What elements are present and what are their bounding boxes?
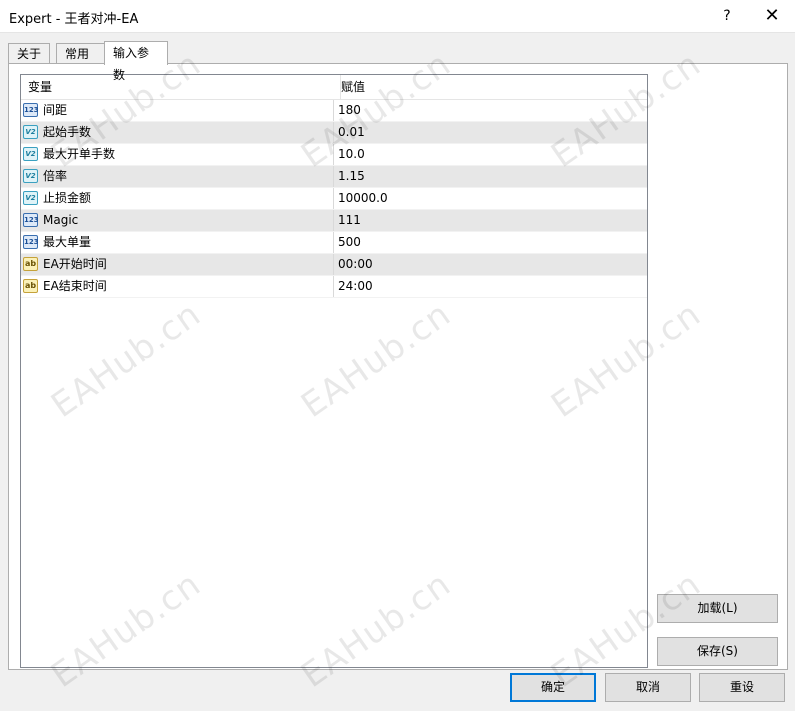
parameter-name-cell: V2 止损金额	[21, 188, 334, 209]
parameter-name-cell: V2 倍率	[21, 166, 334, 187]
ok-button[interactable]: 确定	[510, 673, 596, 702]
load-button[interactable]: 加载(L)	[657, 594, 778, 623]
parameter-name: Magic	[43, 213, 79, 227]
parameter-value[interactable]: 0.01	[338, 122, 365, 143]
parameter-name: 倍率	[43, 169, 68, 183]
int-icon: 123	[23, 213, 39, 227]
parameter-value[interactable]: 24:00	[338, 276, 373, 297]
parameter-name-cell: ab EA结束时间	[21, 276, 334, 297]
parameter-name-cell: ab EA开始时间	[21, 254, 334, 275]
help-button[interactable]: ?	[704, 0, 750, 32]
table-row[interactable]: V2 起始手数 0.01	[21, 122, 647, 144]
tab-inputs[interactable]: 输入参数	[104, 41, 168, 82]
save-button[interactable]: 保存(S)	[657, 637, 778, 666]
parameter-name: 止损金额	[43, 191, 92, 205]
parameter-value[interactable]: 10.0	[338, 144, 365, 165]
window-title: Expert - 王者对冲-EA	[9, 12, 139, 27]
column-header-value[interactable]: 赋值	[334, 75, 365, 99]
title-bar: Expert - 王者对冲-EA ? ✕	[0, 0, 795, 33]
close-button[interactable]: ✕	[749, 0, 795, 32]
parameter-value[interactable]: 10000.0	[338, 188, 388, 209]
parameter-name-cell: 123 间距	[21, 100, 334, 121]
double-icon: V2	[23, 147, 38, 161]
parameter-value[interactable]: 180	[338, 100, 361, 121]
parameter-name: EA开始时间	[43, 257, 107, 271]
parameter-name: 最大单量	[43, 235, 92, 249]
table-row[interactable]: ab EA结束时间 24:00	[21, 276, 647, 298]
double-icon: V2	[23, 191, 38, 205]
parameter-name-cell: V2 最大开单手数	[21, 144, 334, 165]
table-row[interactable]: V2 倍率 1.15	[21, 166, 647, 188]
tab-about[interactable]: 关于	[8, 43, 50, 63]
parameter-name-cell: 123 Magic	[21, 210, 334, 231]
double-icon: V2	[23, 169, 38, 183]
table-row[interactable]: 123 Magic 111	[21, 210, 647, 232]
string-icon: ab	[23, 279, 38, 293]
table-row[interactable]: 123 最大单量 500	[21, 232, 647, 254]
int-icon: 123	[23, 235, 39, 249]
parameter-value[interactable]: 500	[338, 232, 361, 253]
parameter-name: 间距	[43, 103, 68, 117]
parameter-name: 最大开单手数	[43, 147, 116, 161]
cancel-button[interactable]: 取消	[605, 673, 691, 702]
tab-common[interactable]: 常用	[56, 43, 106, 63]
string-icon: ab	[23, 257, 38, 271]
reset-button[interactable]: 重设	[699, 673, 785, 702]
table-row[interactable]: V2 止损金额 10000.0	[21, 188, 647, 210]
table-row[interactable]: 123 间距 180	[21, 100, 647, 122]
parameter-value[interactable]: 111	[338, 210, 361, 231]
int-icon: 123	[23, 103, 39, 117]
column-header-variable[interactable]: 变量	[21, 75, 341, 99]
table-row[interactable]: ab EA开始时间 00:00	[21, 254, 647, 276]
parameter-name-cell: 123 最大单量	[21, 232, 334, 253]
parameter-value[interactable]: 1.15	[338, 166, 365, 187]
tab-bar: 关于 常用 输入参数	[8, 41, 788, 82]
grid-rows: 123 间距 180 V2 起始手数 0.01 V2 最大开单手数 10.0 V2 倍率 1.15 V2…	[21, 100, 647, 298]
parameter-value[interactable]: 00:00	[338, 254, 373, 275]
parameter-name: 起始手数	[43, 125, 92, 139]
parameter-name-cell: V2 起始手数	[21, 122, 334, 143]
table-row[interactable]: V2 最大开单手数 10.0	[21, 144, 647, 166]
input-parameters-grid: 变量 赋值 123 间距 180 V2 起始手数 0.01 V2 最大开单手数 10.0 V2 倍率…	[20, 74, 648, 668]
parameter-name: EA结束时间	[43, 279, 107, 293]
double-icon: V2	[23, 125, 38, 139]
